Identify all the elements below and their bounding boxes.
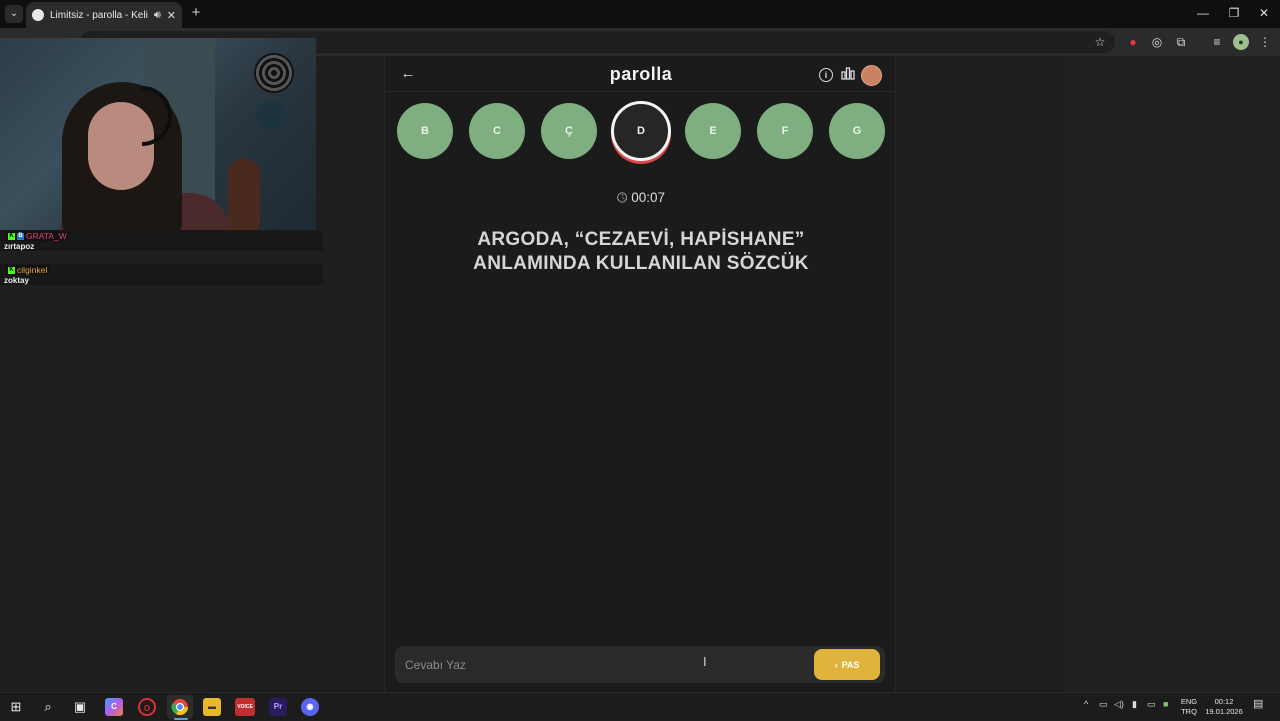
browser-menu-icon[interactable]: ⋮ (1257, 34, 1273, 50)
opera-gx-icon[interactable]: O (138, 698, 156, 716)
media-control-icon[interactable]: ≡ (1209, 34, 1225, 50)
stats-bar-chart-icon[interactable] (840, 66, 856, 82)
extensions-puzzle-icon[interactable]: ⧉ (1173, 34, 1189, 50)
voice-app-icon[interactable]: VOICE (235, 698, 255, 716)
premiere-pro-icon[interactable]: Pr (269, 698, 287, 716)
letter-wheel: B C Ç D E F G (397, 101, 887, 162)
letter-circle-c[interactable]: C (469, 103, 525, 159)
letter-circle-f[interactable]: F (757, 103, 813, 159)
question-text: ARGODA, “CEZAEVİ, HAPİSHANE” ANLAMINDA K… (425, 228, 857, 276)
network-icon[interactable]: ▭ (1147, 699, 1156, 710)
webcam-overlay (0, 38, 316, 238)
site-favicon-icon (32, 9, 44, 21)
extension-record-icon[interactable]: ● (1125, 34, 1141, 50)
search-icon[interactable]: ⌕ (39, 698, 57, 716)
discord-icon[interactable]: ◉ (301, 698, 319, 716)
new-tab-button[interactable]: + (188, 5, 204, 21)
info-icon[interactable]: i (819, 68, 833, 82)
answer-bar: I › PAS (395, 646, 885, 683)
language-bottom: TRQ (1181, 707, 1197, 716)
chevron-right-icon: › (834, 659, 838, 670)
chat-text: zoktay (4, 276, 29, 285)
chat-message: K B GRATA_W zırtapoz (0, 230, 323, 251)
browser-tab-strip: ⌄ Limitsiz - parolla - Kelime o 🔊︎ ✕ + —… (0, 0, 1280, 28)
letter-circle-d-active[interactable]: D (611, 101, 671, 161)
clock-icon: 🕓︎ (616, 190, 628, 205)
chat-username: K B GRATA_W (6, 231, 69, 241)
tab-close-icon[interactable]: ✕ (167, 9, 176, 22)
pass-button[interactable]: › PAS (814, 649, 880, 680)
kick-badge-icon: K (8, 232, 15, 240)
spiral-poster-image (254, 53, 294, 93)
tab-title: Limitsiz - parolla - Kelime o (50, 9, 148, 21)
chat-user-name: GRATA_W (26, 231, 67, 241)
windows-start-icon[interactable]: ⊞ (7, 698, 25, 716)
letter-circle-b[interactable]: B (397, 103, 453, 159)
extension-circle-icon[interactable]: ◎ (1149, 34, 1165, 50)
notification-icon[interactable]: ▤ (1253, 697, 1263, 710)
chat-text: zırtapoz (4, 242, 35, 251)
timer-value: 00:07 (631, 190, 666, 205)
bookmark-star-icon[interactable]: ☆ (1092, 34, 1108, 50)
nvidia-icon[interactable]: ■ (1163, 699, 1168, 709)
letter-circle-g[interactable]: G (829, 103, 885, 159)
question-line-1: ARGODA, “CEZAEVİ, HAPİSHANE” (477, 229, 805, 250)
timer: 🕓︎ 00:07 (385, 190, 897, 206)
close-window-button[interactable]: ✕ (1249, 4, 1279, 22)
sub-badge-icon: B (17, 232, 24, 240)
tray-app-icon[interactable]: ▭ (1099, 699, 1108, 710)
text-cursor-icon: I (703, 654, 707, 669)
microphone-icon[interactable]: ▮ (1132, 699, 1137, 710)
letter-circle-c-cedilla[interactable]: Ç (541, 103, 597, 159)
chat-user-name: cilginkel (17, 265, 48, 275)
clock-date: 19.01.2026 (1205, 707, 1243, 716)
system-clock[interactable]: 00:12 19.01.2026 (1204, 697, 1244, 717)
chat-message: K cilginkel zoktay (0, 264, 323, 285)
pass-button-label: PAS (841, 659, 860, 670)
kick-badge-icon: K (8, 266, 15, 274)
right-margin (1066, 56, 1280, 692)
user-avatar[interactable] (861, 65, 882, 86)
volume-icon[interactable]: ◁) (1114, 699, 1124, 710)
language-indicator[interactable]: ENG TRQ (1180, 697, 1198, 717)
parolla-game-panel: ← parolla i B C Ç D E F G 🕓︎ 00:07 ARGODA… (384, 56, 897, 692)
wall-decor-image (256, 100, 286, 130)
letter-circle-e[interactable]: E (685, 103, 741, 159)
file-explorer-icon[interactable]: ▬ (203, 698, 221, 716)
browser-tab[interactable]: Limitsiz - parolla - Kelime o 🔊︎ ✕ (26, 2, 182, 28)
profile-avatar-icon[interactable]: ● (1233, 34, 1249, 50)
question-line-2: ANLAMINDA KULLANILAN SÖZCÜK (473, 253, 809, 274)
windows-taskbar: ⊞ ⌕ ▣ C O ▬ VOICE Pr ◉ ^ ▭ ◁) ▮ ▭ ■ ENG … (0, 692, 1280, 720)
answer-input[interactable] (395, 646, 805, 683)
chat-username: K cilginkel (6, 265, 50, 275)
restore-button[interactable]: ❐ (1219, 4, 1249, 22)
language-top: ENG (1180, 697, 1198, 706)
tray-chevron-up-icon[interactable]: ^ (1084, 699, 1088, 709)
task-view-icon[interactable]: ▣ (71, 698, 89, 716)
minimize-button[interactable]: — (1188, 4, 1218, 22)
clock-time: 00:12 (1214, 697, 1234, 706)
app-header: ← parolla i (385, 56, 897, 92)
chrome-icon[interactable] (167, 695, 193, 719)
tab-search-button[interactable]: ⌄ (5, 5, 23, 23)
copilot-icon[interactable]: C (105, 698, 123, 716)
guitar-image (228, 158, 260, 238)
speaker-icon[interactable]: 🔊︎ (154, 9, 161, 22)
